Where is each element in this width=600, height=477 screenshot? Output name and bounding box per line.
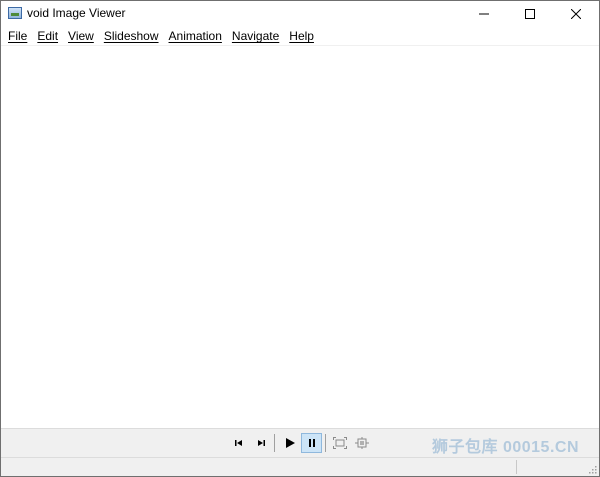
pause-icon xyxy=(308,439,315,447)
app-window: void Image Viewer File Edit View Slidesh… xyxy=(0,0,600,477)
toolbar-separator xyxy=(274,434,275,452)
menu-navigate[interactable]: Navigate xyxy=(229,29,282,43)
menu-slideshow[interactable]: Slideshow xyxy=(101,29,162,43)
next-button[interactable] xyxy=(250,433,271,453)
menu-edit[interactable]: Edit xyxy=(34,29,61,43)
image-view-area[interactable] xyxy=(1,46,599,428)
menu-file[interactable]: File xyxy=(5,29,30,43)
menu-animation[interactable]: Animation xyxy=(166,29,225,43)
maximize-icon xyxy=(525,9,535,19)
minimize-button[interactable] xyxy=(461,1,507,27)
watermark-text: 狮子包库 00015.CN xyxy=(432,439,579,456)
close-button[interactable] xyxy=(553,1,599,27)
menu-view[interactable]: View xyxy=(65,29,97,43)
status-panel-divider xyxy=(516,460,517,474)
play-button[interactable] xyxy=(279,433,300,453)
actual-size-icon xyxy=(354,437,369,449)
minimize-icon xyxy=(479,13,489,15)
skip-previous-icon xyxy=(234,440,242,446)
play-icon xyxy=(285,438,295,448)
fit-to-window-icon xyxy=(332,437,347,449)
playback-toolbar: 狮子包库 00015.CN xyxy=(1,428,599,457)
actual-size-button[interactable] xyxy=(351,433,372,453)
toolbar-separator xyxy=(325,434,326,452)
title-bar[interactable]: void Image Viewer xyxy=(1,1,599,27)
window-title: void Image Viewer xyxy=(27,6,126,20)
fit-to-window-button[interactable] xyxy=(329,433,350,453)
app-icon xyxy=(8,7,22,19)
status-bar xyxy=(1,457,599,476)
previous-button[interactable] xyxy=(228,433,249,453)
pause-button[interactable] xyxy=(301,433,322,453)
resize-grip-icon[interactable] xyxy=(587,464,597,474)
maximize-button[interactable] xyxy=(507,1,553,27)
close-icon xyxy=(571,9,581,19)
skip-next-icon xyxy=(257,440,265,446)
menu-help[interactable]: Help xyxy=(286,29,317,43)
menu-bar: File Edit View Slideshow Animation Navig… xyxy=(1,27,599,46)
